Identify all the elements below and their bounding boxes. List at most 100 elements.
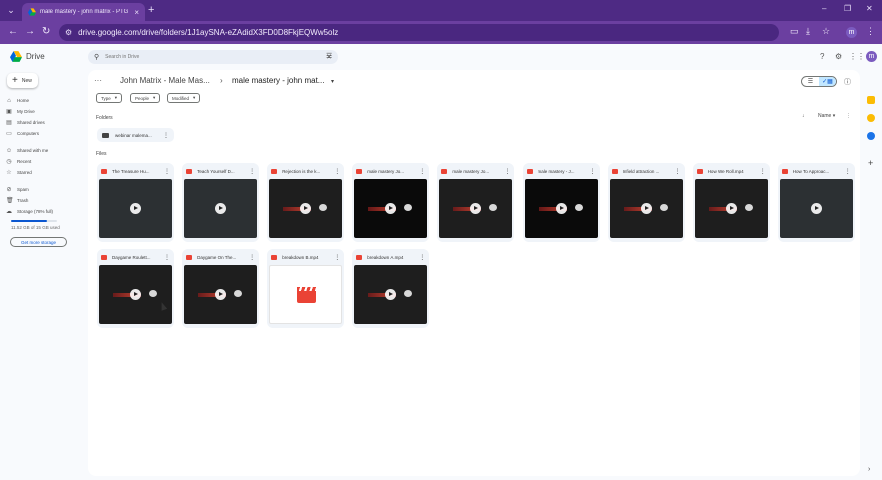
file-card[interactable]: How We Roll.mp4 ⋮ [692,163,770,242]
drive-logo[interactable]: Drive [10,51,45,62]
filter-type[interactable]: Type ▾ [96,93,123,103]
spam-icon: ⊘ [6,187,12,193]
sidebar-item-home[interactable]: ⌂ Home [6,96,76,105]
more-actions-icon[interactable]: ⋮ [675,168,681,175]
file-card[interactable]: breakdown B.mp4 ⋮ [267,249,345,328]
bookmark-star-icon[interactable]: ☆ [822,26,830,37]
sort-direction-icon[interactable]: ↓ [802,113,805,119]
file-thumbnail[interactable] [354,265,428,324]
search-options-icon[interactable]: ☰ [326,52,332,60]
sidebar-item-shared-drives[interactable]: ▤ Shared drives [6,118,76,127]
site-info-icon[interactable]: ⚙ [65,28,72,37]
breadcrumb-dropdown-icon[interactable]: ▾ [331,78,334,85]
file-card[interactable]: Infield attraction ... ⋮ [607,163,685,242]
tasks-icon[interactable] [867,132,875,140]
file-thumbnail[interactable] [99,265,172,324]
more-actions-icon[interactable]: ⋮ [334,254,340,261]
address-bar[interactable]: ⚙ drive.google.com/drive/folders/1J1aySN… [59,24,779,41]
forward-icon[interactable]: → [25,26,35,38]
calendar-icon[interactable] [867,96,875,104]
more-actions-icon[interactable]: ⋮ [504,168,510,175]
list-view-icon[interactable]: ☰ [802,77,819,86]
file-thumbnail[interactable] [609,179,683,238]
sort-by-button[interactable]: Name ▾ [818,113,835,119]
file-card[interactable]: Teach Yourself D... ⋮ [182,163,260,242]
filter-modified[interactable]: Modified ▾ [167,93,201,103]
get-more-storage-button[interactable]: Get more storage [10,237,67,247]
file-thumbnail[interactable] [779,179,853,238]
file-thumbnail[interactable] [184,265,258,324]
browser-menu-icon[interactable]: ⋮ [866,26,875,37]
sidebar-item-recent[interactable]: ◷ Recent [6,157,76,166]
breadcrumb-current[interactable]: male mastery - john mat... [232,76,324,85]
file-card[interactable]: How To Approac... ⋮ [777,163,855,242]
file-card[interactable]: male mastery - J... ⋮ [522,163,600,242]
close-window-icon[interactable]: ✕ [866,4,873,13]
keep-icon[interactable] [867,114,875,122]
sidebar-item-spam[interactable]: ⊘ Spam [6,185,76,194]
add-ons-plus-icon[interactable]: + [868,158,873,168]
sidebar-item-starred[interactable]: ☆ Starred [6,168,76,177]
file-thumbnail[interactable] [354,179,428,238]
cast-icon[interactable]: ▭ [790,26,799,37]
more-actions-icon[interactable]: ⋮ [419,254,425,261]
more-path-icon[interactable]: ··· [94,76,102,85]
more-actions-icon[interactable]: ⋮ [249,254,255,261]
search-bar[interactable]: ⚲ ✕ [88,50,338,64]
folder-name: webinar malema... [115,132,152,138]
file-thumbnail[interactable] [524,179,598,238]
file-card[interactable]: Daygame On The... ⋮ [182,249,260,328]
more-options-icon[interactable]: ⋮ [846,113,851,119]
sidebar-item-trash[interactable]: 🗑 Trash [6,196,76,205]
sidebar-item-my-drive[interactable]: ▣ My Drive [6,107,76,116]
settings-gear-icon[interactable]: ⚙ [835,52,842,61]
more-actions-icon[interactable]: ⋮ [249,168,255,175]
hide-panel-chevron-icon[interactable]: › [868,466,870,473]
file-card[interactable]: breakdown A.mp4 ⋮ [352,249,430,328]
tab-search-icon[interactable]: ⌄ [4,4,18,17]
grid-view-icon[interactable]: ✓▦ [819,77,836,86]
browser-tab[interactable]: male mastery - john matrix - PTG - G × [22,3,145,21]
new-button[interactable]: + New [7,73,38,88]
restore-icon[interactable]: ❐ [844,4,851,13]
folder-item[interactable]: webinar malema... ⋮ [97,128,174,142]
shared-drives-icon: ▤ [6,120,12,126]
filter-people[interactable]: People ▾ [130,93,161,103]
file-thumbnail[interactable] [269,179,343,238]
more-actions-icon[interactable]: ⋮ [164,254,170,261]
file-card[interactable]: Rejection is the k... ⋮ [267,163,345,242]
file-thumbnail[interactable] [184,179,258,238]
new-button-label: New [21,77,32,84]
breadcrumb-parent[interactable]: John Matrix - Male Mas... [120,76,210,85]
more-actions-icon[interactable]: ⋮ [334,168,340,175]
search-input[interactable] [105,54,321,60]
new-tab-icon[interactable]: + [148,4,154,16]
file-card[interactable]: male mastery Jo... ⋮ [352,163,430,242]
sidebar-item-shared-with-me[interactable]: ☺ Shared with me [6,146,76,155]
search-icon[interactable]: ⚲ [94,53,99,61]
file-name: Daygame On The... [197,254,237,260]
details-info-icon[interactable]: ⓘ [844,77,851,87]
file-card[interactable]: male mastery Jo... ⋮ [437,163,515,242]
reload-icon[interactable]: ↻ [42,26,50,38]
translate-icon[interactable]: ⤓ [806,26,810,37]
file-thumbnail[interactable] [269,265,343,324]
more-actions-icon[interactable]: ⋮ [163,132,169,139]
more-actions-icon[interactable]: ⋮ [845,168,851,175]
file-card[interactable]: Daygame Roulett... ⋮ [97,249,174,328]
more-actions-icon[interactable]: ⋮ [760,168,766,175]
minimize-icon[interactable]: – [822,4,826,13]
sidebar-item-computers[interactable]: ▭ Computers [6,129,76,138]
sidebar-item-storage[interactable]: ☁ Storage (78% full) [6,207,76,216]
more-actions-icon[interactable]: ⋮ [419,168,425,175]
file-thumbnail[interactable] [99,179,172,238]
back-icon[interactable]: ← [8,26,18,38]
more-actions-icon[interactable]: ⋮ [590,168,596,175]
tab-close-icon[interactable]: × [134,8,139,17]
file-thumbnail[interactable] [439,179,513,238]
profile-avatar[interactable]: m [846,27,857,38]
file-thumbnail[interactable] [694,179,768,238]
help-icon[interactable]: ? [820,52,824,61]
file-card[interactable]: The Treasure Hu... ⋮ [97,163,174,242]
more-actions-icon[interactable]: ⋮ [164,168,170,175]
